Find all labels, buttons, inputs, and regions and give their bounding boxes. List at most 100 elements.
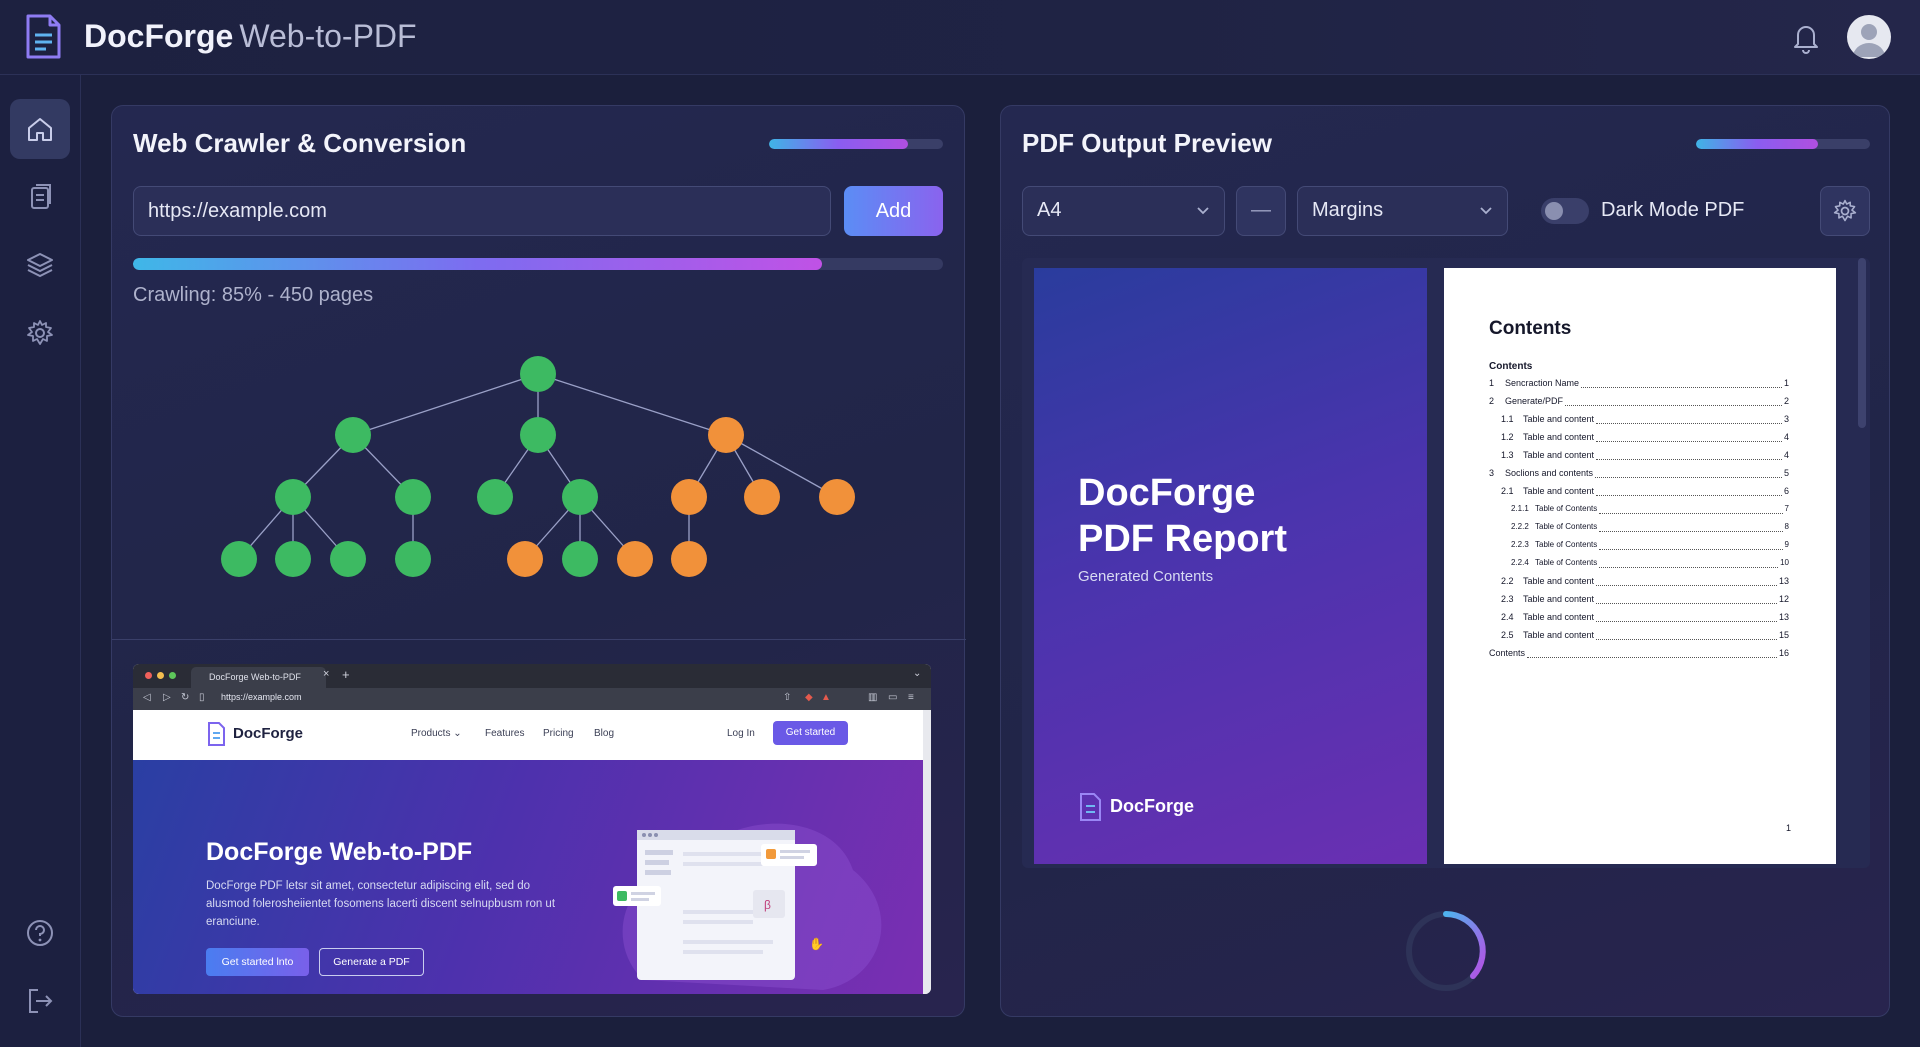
maximize-window-dot[interactable] (169, 672, 176, 679)
close-window-dot[interactable] (145, 672, 152, 679)
crawler-title: Web Crawler & Conversion (133, 128, 467, 158)
tree-node-pending[interactable] (671, 479, 707, 515)
cover-brand-text: DocForge (1110, 796, 1195, 816)
share-icon[interactable]: ⇧ (783, 692, 791, 703)
browser-new-tab-icon[interactable]: + (342, 667, 350, 682)
site-nav-products[interactable]: Products ⌄ (411, 728, 462, 739)
site-brand[interactable]: DocForge (233, 725, 303, 742)
tree-node-done[interactable] (275, 479, 311, 515)
tree-node-pending[interactable] (507, 541, 543, 577)
alert-icon[interactable]: ▲ (821, 692, 831, 703)
hero-get-started-button[interactable]: Get started lnto (206, 948, 309, 976)
sidebar-item-settings[interactable] (10, 303, 70, 363)
cover-title-line-1: DocForge (1078, 472, 1256, 514)
toc-leader-dots (1596, 594, 1777, 604)
toc-row-number: 2 (1489, 396, 1495, 406)
sidebar-item-layers[interactable] (10, 235, 70, 295)
back-arrow-icon[interactable]: ◁ (143, 692, 151, 703)
browser-tab[interactable]: DocForge Web-to-PDF (191, 667, 326, 688)
browser-url-field[interactable]: https://example.com (221, 692, 731, 706)
user-avatar[interactable] (1847, 15, 1891, 59)
margins-select[interactable]: Margins (1297, 186, 1508, 236)
preview-settings-button[interactable] (1820, 186, 1870, 236)
toc-row[interactable]: 2.2 Table and content 13 (1501, 576, 1789, 590)
toc-row-label: Table and content (1523, 576, 1595, 586)
toc-row-page: 15 (1778, 630, 1789, 640)
toc-row[interactable]: 2.4 Table and content 13 (1501, 612, 1789, 626)
tree-node-pending[interactable] (708, 417, 744, 453)
tree-node-done[interactable] (275, 541, 311, 577)
url-input[interactable] (133, 186, 831, 236)
site-nav-features[interactable]: Features (485, 728, 524, 739)
pdf-cover-page[interactable]: DocForge PDF Report Generated Contents D… (1034, 268, 1427, 864)
menu-icon[interactable]: ≡ (908, 692, 914, 703)
sidebar-item-documents[interactable] (10, 167, 70, 227)
app-title: DocForge Web-to-PDF (84, 18, 417, 55)
zoom-out-button[interactable]: — (1236, 186, 1286, 236)
forward-arrow-icon[interactable]: ▷ (163, 692, 171, 703)
tree-node-pending[interactable] (671, 541, 707, 577)
tree-node-pending[interactable] (744, 479, 780, 515)
toc-row-page: 2 (1783, 396, 1789, 406)
toc-row[interactable]: Contents 16 (1489, 648, 1789, 662)
toc-row[interactable]: 1 Sencraction Name 1 (1489, 378, 1789, 392)
tree-node-pending[interactable] (819, 479, 855, 515)
tree-node-done[interactable] (562, 541, 598, 577)
preview-scrollbar[interactable] (1858, 258, 1866, 428)
site-login-link[interactable]: Log In (727, 728, 755, 739)
toc-row[interactable]: 2.3 Table and content 12 (1501, 594, 1789, 608)
tree-node-done[interactable] (221, 541, 257, 577)
tree-node-pending[interactable] (617, 541, 653, 577)
sidebar-toggle-icon[interactable]: ▥ (868, 692, 877, 703)
toc-row[interactable]: 1.3 Table and content 4 (1501, 450, 1789, 464)
toc-row-label: Table and content (1523, 432, 1595, 442)
tree-node-done[interactable] (520, 356, 556, 392)
toc-row[interactable]: 2.2.2 Table of Contents 8 (1511, 522, 1789, 536)
toc-row-number: 1 (1489, 378, 1495, 388)
tree-node-done[interactable] (520, 417, 556, 453)
hero-generate-pdf-button[interactable]: Generate a PDF (319, 948, 424, 976)
toc-row-page: 12 (1778, 594, 1789, 604)
add-url-button[interactable]: Add (844, 186, 943, 236)
toc-row[interactable]: 2.5 Table and content 15 (1501, 630, 1789, 644)
toc-row[interactable]: 2.1.1 Table of Contents 7 (1511, 504, 1789, 518)
site-get-started-button[interactable]: Get started (773, 721, 848, 745)
toc-row-number: 2.1 (1501, 486, 1514, 496)
tree-node-done[interactable] (335, 417, 371, 453)
sidebar-item-logout[interactable] (10, 971, 70, 1031)
toc-row[interactable]: 2 Generate/PDF 2 (1489, 396, 1789, 410)
toc-row[interactable]: 1.1 Table and content 3 (1501, 414, 1789, 428)
toc-row-page: 5 (1783, 468, 1789, 478)
tree-node-done[interactable] (477, 479, 513, 515)
browser-address-bar: ◁ ▷ ↻ ▯ https://example.com ⇧ ◆ ▲ ▥ ▭ ≡ (133, 688, 931, 710)
toc-row[interactable]: 2.2.4 Table of Contents 10 (1511, 558, 1789, 572)
minimize-window-dot[interactable] (157, 672, 164, 679)
site-nav-pricing[interactable]: Pricing (543, 728, 574, 739)
browser-scrollbar[interactable] (923, 710, 931, 994)
notification-bell-icon[interactable] (1790, 20, 1822, 54)
crawler-header-progress (769, 139, 943, 149)
toc-row[interactable]: 3 Soclions and contents 5 (1489, 468, 1789, 482)
sidebar-item-home[interactable] (10, 99, 70, 159)
tab-list-chevron-icon[interactable]: ⌄ (913, 668, 921, 679)
toc-row[interactable]: 2.2.3 Table of Contents 9 (1511, 540, 1789, 554)
window-icon[interactable]: ▭ (888, 692, 897, 703)
shield-icon[interactable]: ◆ (805, 692, 813, 703)
browser-tab-close-icon[interactable]: × (323, 668, 329, 680)
reload-icon[interactable]: ↻ (181, 692, 189, 703)
tree-node-done[interactable] (395, 479, 431, 515)
sidebar-item-help[interactable] (10, 903, 70, 963)
page-size-select[interactable]: A4 (1022, 186, 1225, 236)
toc-row[interactable]: 1.2 Table and content 4 (1501, 432, 1789, 446)
tree-node-done[interactable] (395, 541, 431, 577)
pdf-contents-page[interactable]: Contents Contents 1 Sencraction Name 1 2 Gen… (1444, 268, 1836, 864)
svg-text:✋: ✋ (809, 937, 824, 951)
margins-value: Margins (1312, 199, 1384, 221)
dark-mode-toggle[interactable] (1541, 198, 1589, 224)
site-nav-blog[interactable]: Blog (594, 728, 614, 739)
toc-row-label: Table and content (1523, 450, 1595, 460)
tree-node-done[interactable] (562, 479, 598, 515)
tree-node-done[interactable] (330, 541, 366, 577)
toc-row[interactable]: 2.1 Table and content 6 (1501, 486, 1789, 500)
bookmark-icon[interactable]: ▯ (199, 692, 205, 703)
